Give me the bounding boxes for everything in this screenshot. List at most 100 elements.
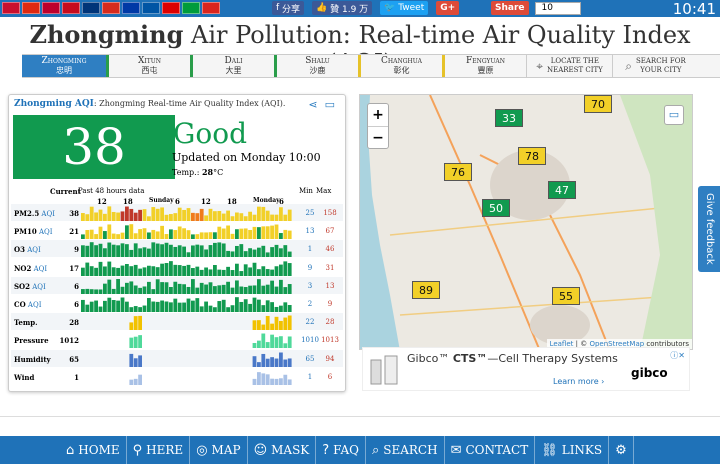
spark-bar [248, 341, 252, 349]
tab-fengyuan[interactable]: Fengyuan 豐原 [442, 55, 526, 77]
share-group: Share 10 [491, 1, 581, 15]
spark-bar [147, 358, 151, 367]
map-marker[interactable]: 89 [412, 281, 440, 299]
language-flag-8[interactable] [162, 2, 180, 14]
row-sparkline[interactable] [81, 351, 293, 367]
row-sparkline[interactable] [81, 278, 293, 294]
facebook-share-button[interactable]: f 分享 [272, 1, 305, 15]
advertisement[interactable]: Gibco™ CTS™—Cell Therapy Systems Learn m… [362, 347, 690, 391]
bottom-nav-search[interactable]: ⌕ SEARCH [366, 436, 445, 464]
zoom-out-button[interactable]: − [368, 126, 388, 148]
bottom-nav-links[interactable]: ⛓ LINKS [535, 436, 610, 464]
spark-bar [195, 340, 199, 348]
row-sparkline[interactable] [81, 332, 293, 349]
spark-bar [279, 336, 283, 349]
spark-bar [116, 278, 120, 294]
row-label: O3 AQI [14, 245, 64, 254]
spark-bar [226, 266, 230, 276]
spark-bar [199, 282, 204, 294]
map-marker[interactable]: 33 [495, 109, 523, 127]
spark-bar [90, 325, 94, 330]
tab-xitun[interactable]: Xitun 西屯 [106, 55, 190, 77]
spark-bar [169, 260, 173, 276]
spark-bar [243, 228, 248, 240]
language-flag-0[interactable] [2, 2, 20, 14]
row-max-value: 94 [325, 354, 335, 363]
row-sparkline[interactable] [81, 241, 293, 258]
map-marker[interactable]: 55 [552, 287, 580, 305]
map-marker[interactable]: 47 [548, 181, 576, 199]
bottom-nav-faq[interactable]: ? FAQ [316, 436, 366, 464]
row-sparkline[interactable] [81, 260, 293, 276]
spark-bar [116, 212, 120, 221]
spark-bar [142, 305, 147, 312]
language-flag-5[interactable] [102, 2, 120, 14]
clock: 10:41 [672, 0, 716, 18]
bottom-nav-mask[interactable]: ☺ MASK [248, 436, 317, 464]
gplus-button[interactable]: G+ [436, 1, 460, 15]
bottom-nav-settings[interactable]: ⚙ [609, 436, 634, 464]
spark-bar [173, 213, 178, 221]
row-sparkline[interactable] [81, 369, 293, 385]
language-flag-6[interactable] [122, 2, 140, 14]
map-marker[interactable]: 76 [444, 163, 472, 181]
language-flag-10[interactable] [202, 2, 220, 14]
ad-learn-more[interactable]: Learn more › [553, 377, 604, 386]
spark-bar [138, 307, 142, 312]
spark-bar [191, 234, 195, 240]
tab-zhongming[interactable]: Zhongming 忠明 [22, 55, 106, 77]
row-sparkline[interactable] [81, 314, 293, 331]
adchoices-icon[interactable]: ⓘ✕ [670, 350, 685, 361]
spark-bar [213, 371, 217, 384]
facebook-like-button[interactable]: 👍 贊 1.9 万 [312, 1, 373, 15]
language-flag-1[interactable] [22, 2, 40, 14]
spark-bar [186, 264, 191, 276]
bottom-nav-map[interactable]: ◎ MAP [190, 436, 248, 464]
language-flag-4[interactable] [82, 2, 100, 14]
layers-button[interactable]: ▭ [664, 105, 684, 125]
locate-nearest-city-button[interactable]: ⌖ LOCATE THE NEAREST CITY [526, 55, 612, 77]
spark-bar [221, 299, 226, 312]
share-button[interactable]: Share [491, 1, 529, 15]
aqi-map[interactable]: + − ▭ 70 33 78 76 47 50 89 55 Leaflet | © OpenSt… [359, 94, 693, 350]
spark-bar [169, 229, 173, 240]
bottom-nav-contact[interactable]: ✉ CONTACT [445, 436, 536, 464]
map-marker[interactable]: 78 [518, 147, 546, 165]
row-sparkline[interactable] [81, 296, 293, 312]
spark-bar [99, 358, 103, 366]
tab-changhua[interactable]: Changhua 彰化 [358, 55, 442, 77]
spark-bar [230, 251, 235, 258]
feedback-button[interactable]: Give feedback [698, 186, 720, 272]
language-flag-3[interactable] [62, 2, 80, 14]
language-flag-9[interactable] [182, 2, 200, 14]
row-sparkline[interactable] [81, 223, 293, 240]
map-marker[interactable]: 70 [584, 95, 612, 113]
language-flag-7[interactable] [142, 2, 160, 14]
tab-shalu[interactable]: Shalu 沙鹿 [274, 55, 358, 77]
spark-bar [103, 248, 107, 258]
tab-dali[interactable]: Dali 大里 [190, 55, 274, 77]
bottom-nav-home[interactable]: ⌂ HOME [0, 436, 127, 464]
search-city-button[interactable]: ⌕ SEARCH FOR YOUR CITY [612, 55, 698, 77]
spark-bar [116, 377, 120, 384]
language-flag-2[interactable] [42, 2, 60, 14]
spark-bar [261, 206, 266, 221]
bottom-nav-label: SEARCH [383, 443, 438, 457]
spark-bar [81, 299, 85, 312]
spark-bar [235, 246, 239, 258]
row-sparkline[interactable] [81, 205, 293, 221]
share-icon[interactable]: ⋖ [308, 98, 317, 111]
zoom-in-button[interactable]: + [368, 104, 388, 126]
bottom-nav-here[interactable]: ⚲ HERE [127, 436, 191, 464]
spark-bar [125, 301, 129, 312]
spark-bar [261, 305, 266, 312]
spark-bar [111, 288, 116, 294]
tweet-button[interactable]: 🐦 Tweet [380, 1, 429, 15]
spark-bar [274, 265, 279, 276]
map-marker[interactable]: 50 [482, 199, 510, 217]
spark-bar [129, 322, 134, 331]
widget-icon[interactable]: ▭ [325, 98, 335, 111]
spark-bar [138, 268, 142, 276]
row-max-value: 13 [325, 281, 335, 290]
spark-bar [270, 225, 274, 240]
